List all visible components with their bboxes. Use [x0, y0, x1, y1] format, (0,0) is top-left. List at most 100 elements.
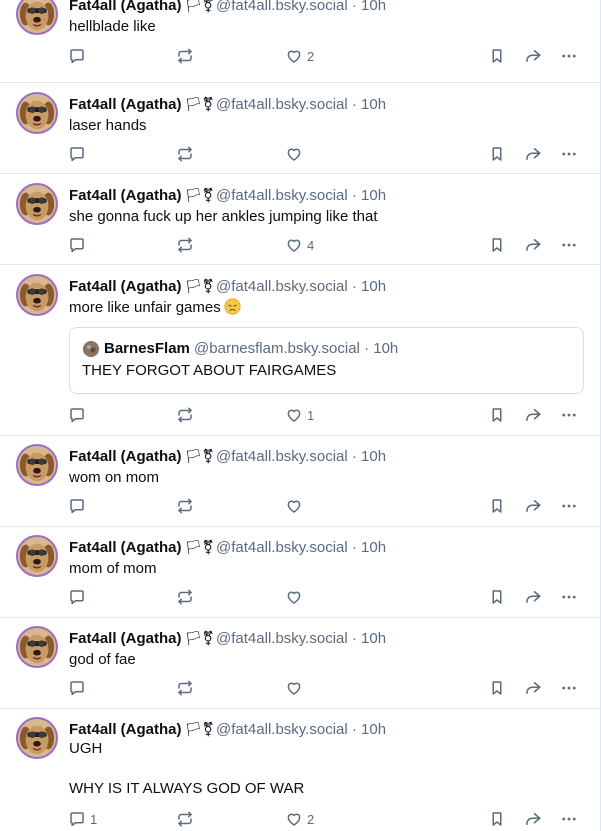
post-text: hellblade like	[69, 17, 156, 37]
reply-bubble-icon	[68, 47, 86, 65]
share-button[interactable]	[524, 678, 542, 698]
reply-button[interactable]	[68, 496, 90, 516]
author-handle[interactable]: @fat4all.bsky.social	[216, 96, 348, 113]
post-timestamp[interactable]: 10h	[361, 278, 386, 295]
repost-button[interactable]	[176, 496, 198, 516]
reply-button[interactable]	[68, 46, 90, 66]
post-timestamp[interactable]: 10h	[361, 96, 386, 113]
quoted-author-name[interactable]: BarnesFlam	[104, 340, 190, 357]
post-item[interactable]: Fat4all (Agatha) 🏳⚧ @fat4all.bsky.social ·…	[0, 83, 600, 174]
more-options-button[interactable]	[560, 678, 578, 698]
avatar[interactable]	[16, 0, 58, 35]
share-button[interactable]	[524, 587, 542, 607]
more-options-button[interactable]	[560, 587, 578, 607]
author-name[interactable]: Fat4all (Agatha)	[69, 630, 182, 647]
reply-button[interactable]	[68, 678, 90, 698]
bookmark-button[interactable]	[488, 405, 506, 425]
quoted-author-handle[interactable]: @barnesflam.bsky.social	[194, 340, 360, 357]
post-item[interactable]: Fat4all (Agatha) 🏳⚧ @fat4all.bsky.social ·…	[0, 527, 600, 618]
like-button[interactable]	[285, 496, 307, 516]
like-count: 1	[307, 407, 315, 423]
post-timestamp[interactable]: 10h	[361, 448, 386, 465]
share-button[interactable]	[524, 809, 542, 829]
avatar[interactable]	[16, 92, 58, 134]
post-timestamp[interactable]: 10h	[361, 630, 386, 647]
author-handle[interactable]: @fat4all.bsky.social	[216, 630, 348, 647]
like-button[interactable]: 4	[285, 235, 314, 255]
avatar[interactable]	[16, 183, 58, 225]
more-options-button[interactable]	[560, 144, 578, 164]
more-ellipsis-icon	[560, 810, 578, 828]
bookmark-button[interactable]	[488, 678, 506, 698]
like-button[interactable]: 1	[285, 405, 314, 425]
avatar[interactable]	[16, 626, 58, 668]
like-button[interactable]	[285, 587, 307, 607]
reply-button[interactable]	[68, 587, 90, 607]
author-name[interactable]: Fat4all (Agatha)	[69, 448, 182, 465]
share-button[interactable]	[524, 144, 542, 164]
more-options-button[interactable]	[560, 496, 578, 516]
bookmark-button[interactable]	[488, 46, 506, 66]
more-options-button[interactable]	[560, 405, 578, 425]
post-timestamp[interactable]: 10h	[361, 721, 386, 738]
repost-button[interactable]	[176, 405, 198, 425]
bookmark-button[interactable]	[488, 144, 506, 164]
bookmark-button[interactable]	[488, 235, 506, 255]
author-handle[interactable]: @fat4all.bsky.social	[216, 0, 348, 14]
bookmark-button[interactable]	[488, 496, 506, 516]
repost-button[interactable]	[176, 587, 198, 607]
repost-button[interactable]	[176, 809, 198, 829]
author-handle[interactable]: @fat4all.bsky.social	[216, 721, 348, 738]
share-button[interactable]	[524, 46, 542, 66]
repost-button[interactable]	[176, 235, 198, 255]
post-timestamp[interactable]: 10h	[361, 0, 386, 14]
reply-button[interactable]	[68, 405, 90, 425]
bookmark-button[interactable]	[488, 587, 506, 607]
post-item[interactable]: Fat4all (Agatha) 🏳⚧ @fat4all.bsky.social ·…	[0, 436, 600, 527]
like-button[interactable]: 2	[285, 46, 314, 66]
quoted-text: THEY FORGOT ABOUT FAIRGAMES	[82, 362, 337, 379]
author-name[interactable]: Fat4all (Agatha)	[69, 0, 182, 14]
quoted-post[interactable]: BarnesFlam @barnesflam.bsky.social · 10h…	[69, 327, 584, 394]
author-name[interactable]: Fat4all (Agatha)	[69, 721, 182, 738]
like-button[interactable]	[285, 144, 307, 164]
author-handle[interactable]: @fat4all.bsky.social	[216, 187, 348, 204]
repost-button[interactable]	[176, 144, 198, 164]
avatar[interactable]	[16, 535, 58, 577]
like-button[interactable]	[285, 678, 307, 698]
author-name[interactable]: Fat4all (Agatha)	[69, 187, 182, 204]
author-handle[interactable]: @fat4all.bsky.social	[216, 539, 348, 556]
post-timestamp[interactable]: 10h	[361, 187, 386, 204]
avatar[interactable]	[16, 274, 58, 316]
reply-button[interactable]: 1	[68, 809, 97, 829]
repost-button[interactable]	[176, 678, 198, 698]
more-ellipsis-icon	[560, 47, 578, 65]
repost-button[interactable]	[176, 46, 198, 66]
bookmark-button[interactable]	[488, 809, 506, 829]
more-options-button[interactable]	[560, 235, 578, 255]
author-handle[interactable]: @fat4all.bsky.social	[216, 278, 348, 295]
reply-bubble-icon	[68, 497, 86, 515]
like-button[interactable]: 2	[285, 809, 314, 829]
post-item[interactable]: Fat4all (Agatha) 🏳⚧ @fat4all.bsky.social ·…	[0, 618, 600, 709]
post-item[interactable]: Fat4all (Agatha) 🏳⚧ @fat4all.bsky.social ·…	[0, 174, 600, 265]
post-item[interactable]: Fat4all (Agatha) 🏳⚧ @fat4all.bsky.social ·…	[0, 0, 600, 83]
post-timestamp[interactable]: 10h	[361, 539, 386, 556]
more-options-button[interactable]	[560, 46, 578, 66]
share-button[interactable]	[524, 496, 542, 516]
reply-button[interactable]	[68, 235, 90, 255]
author-name[interactable]: Fat4all (Agatha)	[69, 96, 182, 113]
more-options-button[interactable]	[560, 809, 578, 829]
reply-button[interactable]	[68, 144, 90, 164]
author-name[interactable]: Fat4all (Agatha)	[69, 278, 182, 295]
share-button[interactable]	[524, 235, 542, 255]
author-handle[interactable]: @fat4all.bsky.social	[216, 448, 348, 465]
post-item[interactable]: Fat4all (Agatha) 🏳⚧ @fat4all.bsky.social ·…	[0, 265, 600, 436]
repost-arrows-icon	[176, 810, 194, 828]
author-name[interactable]: Fat4all (Agatha)	[69, 539, 182, 556]
post-text: more like unfair games	[69, 298, 241, 318]
post-item[interactable]: Fat4all (Agatha) 🏳⚧ @fat4all.bsky.social ·…	[0, 709, 600, 831]
avatar[interactable]	[16, 717, 58, 759]
avatar[interactable]	[16, 444, 58, 486]
share-button[interactable]	[524, 405, 542, 425]
